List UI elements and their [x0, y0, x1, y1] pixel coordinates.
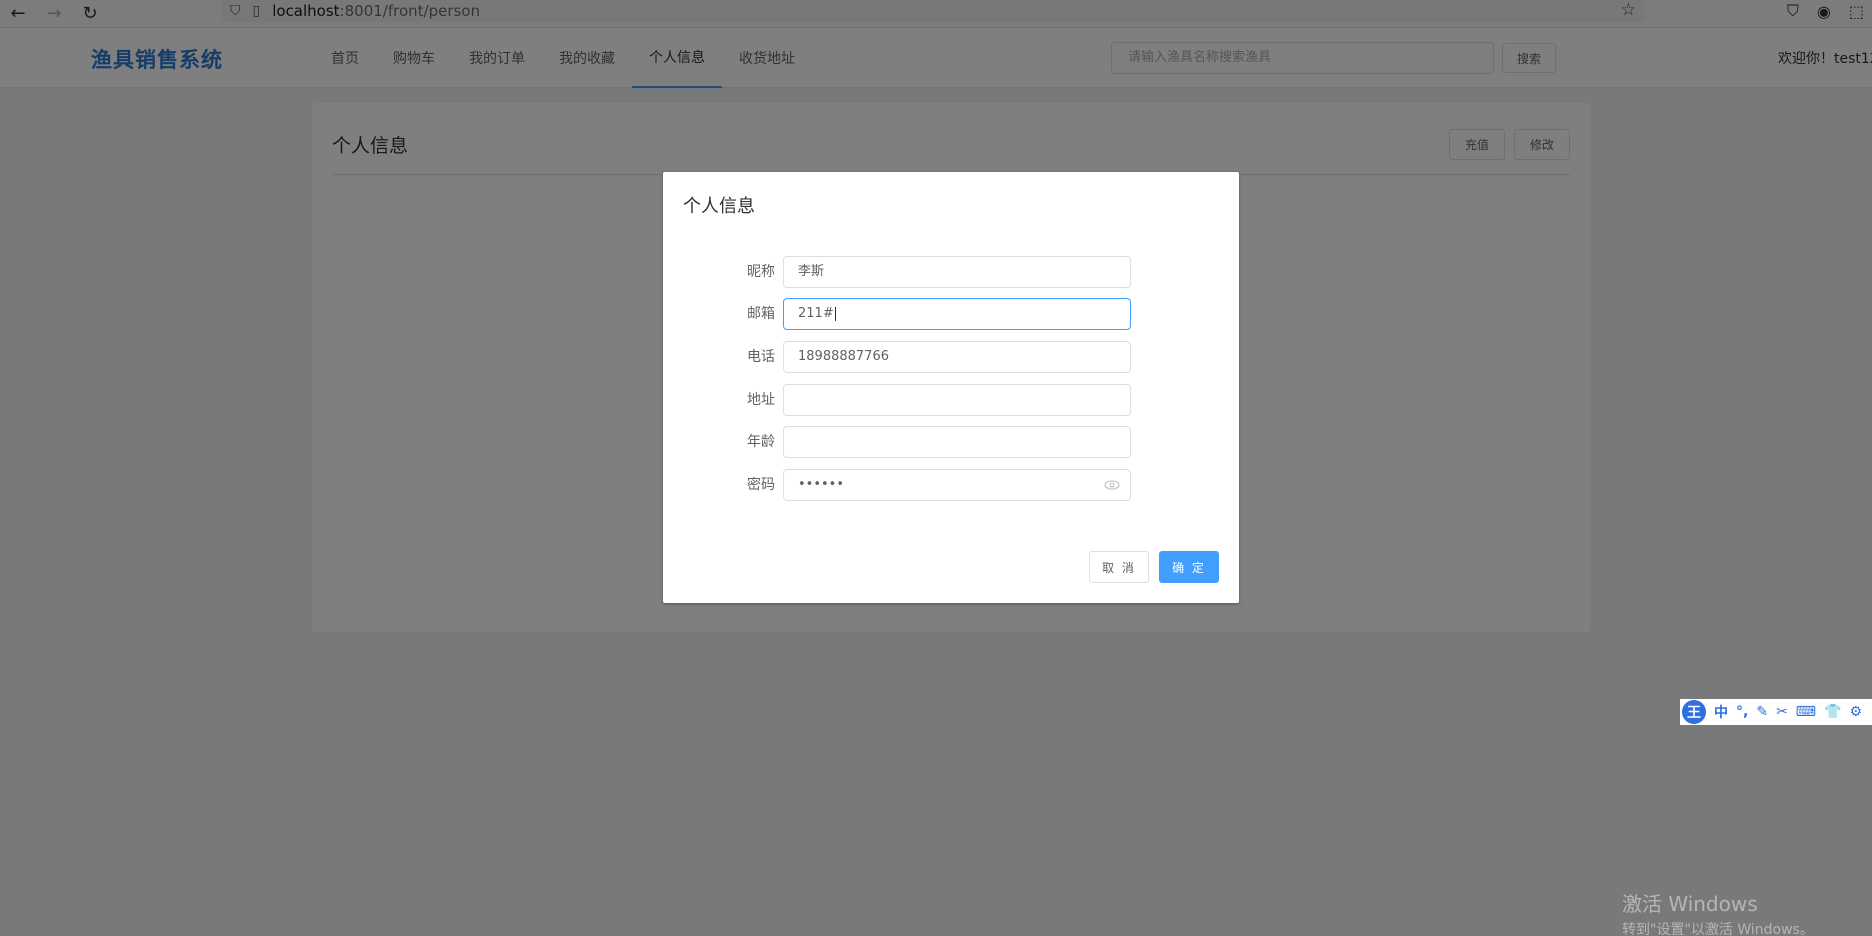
form-row-phone: 电话 18988887766: [663, 341, 1239, 373]
phone-input[interactable]: 18988887766: [783, 341, 1131, 373]
form-row-address: 地址: [663, 384, 1239, 416]
form-row-nickname: 昵称 李斯: [663, 256, 1239, 288]
age-input[interactable]: [783, 426, 1131, 458]
eye-icon[interactable]: [1104, 478, 1120, 492]
windows-watermark: 激活 Windows 转到"设置"以激活 Windows。: [1622, 888, 1814, 936]
profile-dialog: 个人信息 昵称 李斯 邮箱 211# 电话 18988887766 地址 年龄 …: [663, 172, 1239, 603]
ime-skin-icon[interactable]: 👕: [1824, 704, 1841, 720]
form-row-password: 密码 ••••••: [663, 469, 1239, 501]
address-input[interactable]: [783, 384, 1131, 416]
ime-pen-icon[interactable]: ✎: [1756, 704, 1768, 720]
ime-settings-icon[interactable]: ⚙: [1849, 704, 1862, 720]
cancel-button[interactable]: 取 消: [1089, 551, 1149, 583]
ime-keyboard-icon[interactable]: ⌨: [1796, 704, 1816, 720]
confirm-button[interactable]: 确 定: [1159, 551, 1219, 583]
ime-logo-icon[interactable]: 王: [1682, 700, 1706, 724]
password-value: ••••••: [798, 477, 845, 492]
ime-scissors-icon[interactable]: ✂: [1776, 704, 1788, 720]
ime-toolbar: 王 中 °, ✎ ✂ ⌨ 👕 ⚙: [1680, 699, 1872, 725]
watermark-line1: 激活 Windows: [1622, 892, 1758, 916]
phone-label: 电话: [747, 349, 775, 365]
watermark-line2: 转到"设置"以激活 Windows。: [1622, 922, 1814, 936]
age-label: 年龄: [747, 434, 775, 450]
email-input[interactable]: 211#: [783, 298, 1131, 330]
nickname-label: 昵称: [747, 264, 775, 280]
password-label: 密码: [747, 477, 775, 493]
ime-chinese-mode[interactable]: 中: [1714, 702, 1728, 722]
dialog-title: 个人信息: [683, 196, 755, 217]
form-row-email: 邮箱 211#: [663, 298, 1239, 330]
ime-punctuation-icon[interactable]: °,: [1736, 704, 1748, 720]
address-label: 地址: [747, 392, 775, 408]
email-value: 211#: [798, 306, 834, 321]
email-label: 邮箱: [747, 306, 775, 322]
password-input[interactable]: ••••••: [783, 469, 1131, 501]
form-row-age: 年龄: [663, 426, 1239, 458]
text-caret: [834, 306, 836, 321]
nickname-input[interactable]: 李斯: [783, 256, 1131, 288]
